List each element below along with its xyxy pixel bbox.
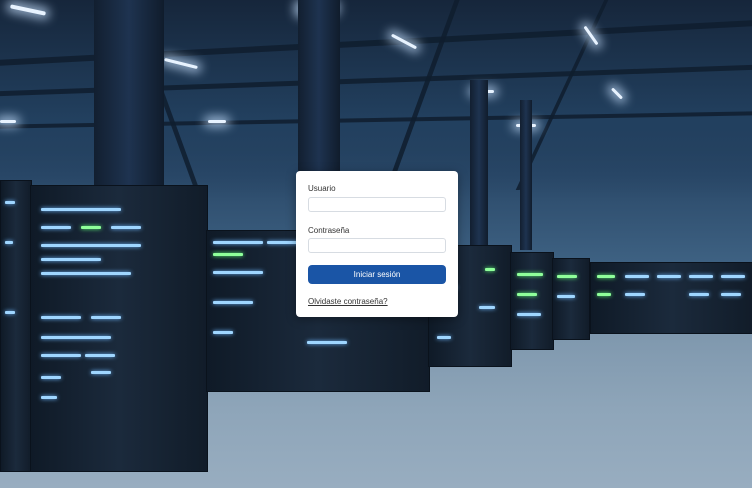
- server-rack: [590, 262, 752, 334]
- ceiling-light: [0, 120, 16, 123]
- password-input[interactable]: [308, 238, 446, 253]
- server-rack: [30, 185, 208, 472]
- pillar: [520, 100, 532, 250]
- server-rack: [552, 258, 590, 340]
- forgot-password-link[interactable]: Olvidaste contraseña?: [308, 297, 388, 306]
- server-rack: [510, 252, 554, 350]
- pillar: [470, 80, 488, 250]
- username-label: Usuario: [308, 184, 336, 193]
- pillar: [298, 0, 340, 175]
- username-input[interactable]: [308, 197, 446, 212]
- password-label: Contraseña: [308, 226, 350, 235]
- server-rack: [0, 180, 32, 472]
- login-button[interactable]: Iniciar sesión: [308, 265, 446, 284]
- pillar: [94, 0, 164, 200]
- ceiling-light: [208, 120, 226, 123]
- login-form: Usuario Contraseña Iniciar sesión Olvida…: [296, 171, 458, 317]
